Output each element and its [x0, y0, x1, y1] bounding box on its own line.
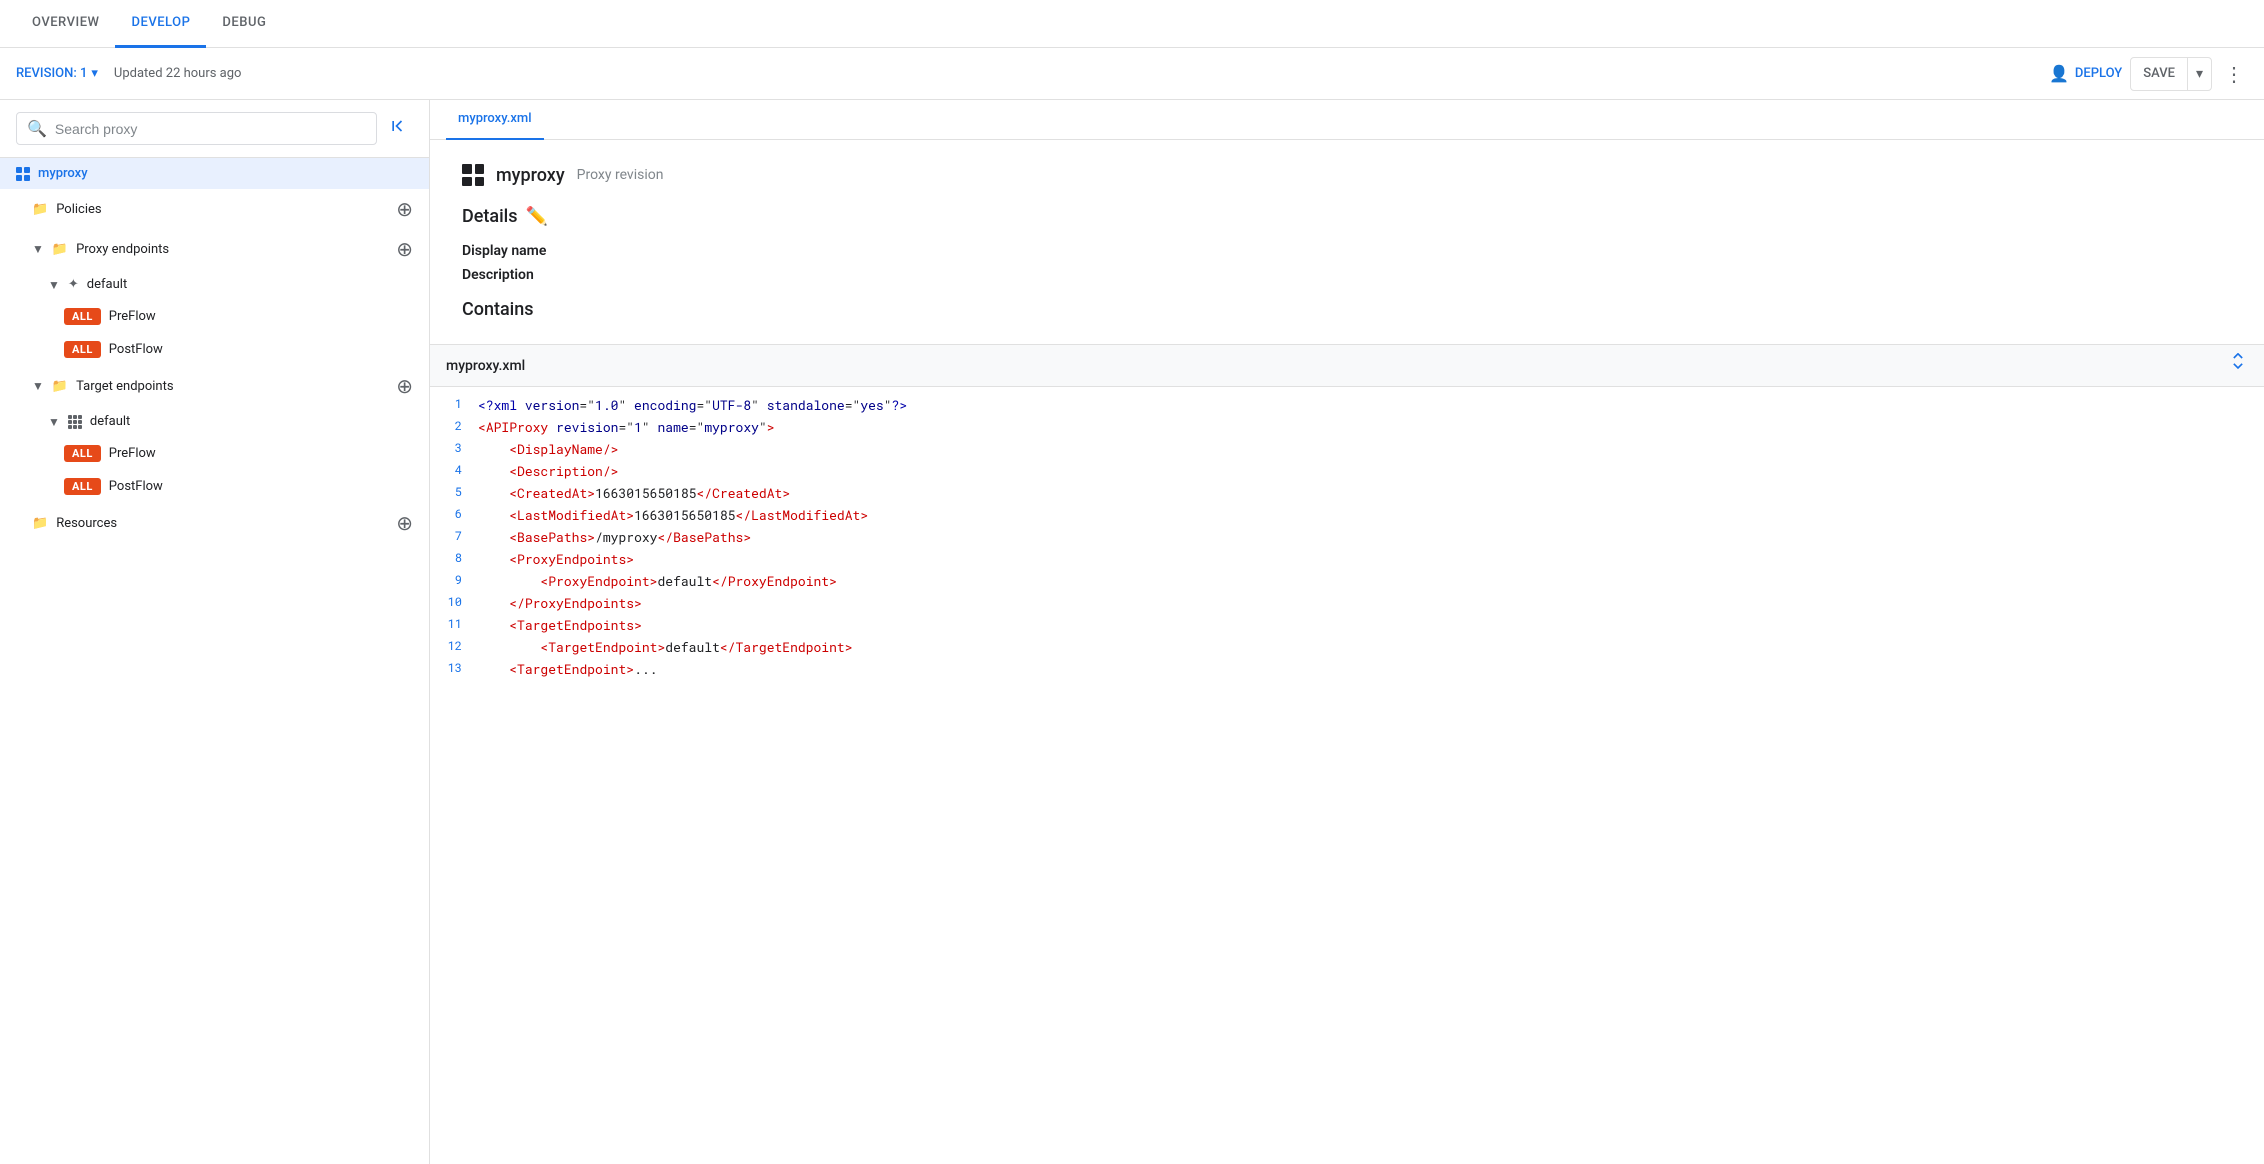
revision-button[interactable]: REVISION: 1 ▾: [16, 66, 98, 81]
tab-debug[interactable]: DEBUG: [206, 0, 282, 48]
search-icon: 🔍: [27, 119, 47, 138]
proxy-subtitle: Proxy revision: [577, 167, 664, 183]
add-policies-button[interactable]: ⊕: [392, 197, 417, 221]
all-badge: ALL: [64, 445, 101, 462]
sidebar-item-myproxy[interactable]: myproxy: [0, 158, 429, 189]
code-line: 13 <TargetEndpoint>...: [430, 659, 2264, 681]
edit-icon[interactable]: ✏️: [526, 206, 548, 227]
main-layout: 🔍 myproxy 📁 Policies ⊕: [0, 100, 2264, 1164]
code-line: 2 <APIProxy revision="1" name="myproxy">: [430, 417, 2264, 439]
contains-title: Contains: [462, 299, 2232, 320]
endpoint-icon: ✦: [68, 277, 79, 292]
sidebar-item-target-endpoints[interactable]: ▼ 📁 Target endpoints ⊕: [0, 366, 429, 406]
person-icon: 👤: [2049, 64, 2069, 83]
toolbar-actions: 👤 DEPLOY SAVE ▾ ⋮: [2049, 57, 2248, 91]
save-button[interactable]: SAVE: [2131, 60, 2187, 87]
code-line: 5 <CreatedAt>1663015650185</CreatedAt>: [430, 483, 2264, 505]
tab-overview[interactable]: OVERVIEW: [16, 0, 115, 48]
save-group: SAVE ▾: [2130, 57, 2212, 91]
grid-icon: [68, 415, 82, 429]
right-panel: myproxy.xml myproxy Proxy revision Detai…: [430, 100, 2264, 1164]
sidebar-item-postflow-proxy[interactable]: ALL PostFlow: [0, 333, 429, 366]
all-badge: ALL: [64, 478, 101, 495]
chevron-down-icon: ▼: [48, 278, 60, 292]
sidebar-item-resources[interactable]: 📁 Resources ⊕: [0, 503, 429, 543]
folder-icon: 📁: [52, 379, 68, 394]
code-line: 10 </ProxyEndpoints>: [430, 593, 2264, 615]
target-endpoints-label: Target endpoints: [76, 379, 174, 394]
code-line: 1 <?xml version="1.0" encoding="UTF-8" s…: [430, 395, 2264, 417]
folder-icon: 📁: [32, 516, 48, 531]
myproxy-label: myproxy: [38, 166, 88, 181]
display-name-field: Display name: [462, 243, 2232, 259]
sidebar-item-default-proxy[interactable]: ▼ ✦ default: [0, 269, 429, 300]
file-tab-bar: myproxy.xml: [430, 100, 2264, 140]
sidebar: 🔍 myproxy 📁 Policies ⊕: [0, 100, 430, 1164]
proxy-display-name: myproxy: [496, 165, 565, 186]
search-wrapper: 🔍: [16, 112, 377, 145]
sidebar-item-postflow-target[interactable]: ALL PostFlow: [0, 470, 429, 503]
preflow-target-label: PreFlow: [109, 446, 156, 461]
deploy-button[interactable]: 👤 DEPLOY: [2049, 64, 2122, 83]
sidebar-item-preflow-target[interactable]: ALL PreFlow: [0, 437, 429, 470]
code-header: myproxy.xml: [430, 345, 2264, 387]
add-resources-button[interactable]: ⊕: [392, 511, 417, 535]
code-line: 7 <BasePaths>/myproxy</BasePaths>: [430, 527, 2264, 549]
sidebar-item-preflow-proxy[interactable]: ALL PreFlow: [0, 300, 429, 333]
proxy-header-icon: [462, 164, 484, 186]
resources-label: Resources: [56, 516, 117, 531]
collapse-sidebar-button[interactable]: [385, 112, 413, 145]
preflow-proxy-label: PreFlow: [109, 309, 156, 324]
code-line: 3 <DisplayName/>: [430, 439, 2264, 461]
sidebar-item-proxy-endpoints[interactable]: ▼ 📁 Proxy endpoints ⊕: [0, 229, 429, 269]
chevron-down-icon: ▼: [32, 379, 44, 393]
top-nav: OVERVIEW DEVELOP DEBUG: [0, 0, 2264, 48]
code-line: 8 <ProxyEndpoints>: [430, 549, 2264, 571]
updated-text: Updated 22 hours ago: [114, 66, 242, 81]
policies-label: Policies: [56, 202, 101, 217]
folder-icon: 📁: [32, 202, 48, 217]
default-proxy-label: default: [87, 277, 127, 292]
code-line: 9 <ProxyEndpoint>default</ProxyEndpoint>: [430, 571, 2264, 593]
all-badge: ALL: [64, 308, 101, 325]
code-editor[interactable]: 1 <?xml version="1.0" encoding="UTF-8" s…: [430, 387, 2264, 1164]
code-line: 11 <TargetEndpoints>: [430, 615, 2264, 637]
code-section: myproxy.xml 1 <?xml version="1.0" encodi…: [430, 345, 2264, 1164]
proxy-header: myproxy Proxy revision: [462, 164, 2232, 186]
chevron-down-icon: ▼: [32, 242, 44, 256]
all-badge: ALL: [64, 341, 101, 358]
more-options-button[interactable]: ⋮: [2220, 58, 2248, 90]
add-proxy-endpoints-button[interactable]: ⊕: [392, 237, 417, 261]
code-line: 4 <Description/>: [430, 461, 2264, 483]
toolbar: REVISION: 1 ▾ Updated 22 hours ago 👤 DEP…: [0, 48, 2264, 100]
add-target-endpoints-button[interactable]: ⊕: [392, 374, 417, 398]
sidebar-item-policies[interactable]: 📁 Policies ⊕: [0, 189, 429, 229]
default-target-label: default: [90, 414, 130, 429]
search-input[interactable]: [55, 121, 366, 137]
postflow-proxy-label: PostFlow: [109, 342, 163, 357]
code-line: 12 <TargetEndpoint>default</TargetEndpoi…: [430, 637, 2264, 659]
revision-chevron-icon: ▾: [91, 66, 98, 81]
sidebar-item-default-target[interactable]: ▼ default: [0, 406, 429, 437]
expand-icon[interactable]: [2228, 353, 2248, 378]
details-panel: myproxy Proxy revision Details ✏️ Displa…: [430, 140, 2264, 345]
description-field: Description: [462, 267, 2232, 283]
tab-develop[interactable]: DEVELOP: [115, 0, 206, 48]
save-chevron-icon[interactable]: ▾: [2188, 60, 2211, 88]
code-line: 6 <LastModifiedAt>1663015650185</LastMod…: [430, 505, 2264, 527]
search-row: 🔍: [0, 100, 429, 158]
code-filename: myproxy.xml: [446, 358, 525, 374]
proxy-endpoints-label: Proxy endpoints: [76, 242, 169, 257]
folder-icon: 📁: [52, 242, 68, 257]
revision-label: REVISION: 1: [16, 66, 87, 81]
chevron-down-icon: ▼: [48, 415, 60, 429]
details-section-title: Details ✏️: [462, 206, 2232, 227]
proxy-icon: [16, 167, 30, 181]
postflow-target-label: PostFlow: [109, 479, 163, 494]
file-tab-myproxy-xml[interactable]: myproxy.xml: [446, 100, 544, 140]
